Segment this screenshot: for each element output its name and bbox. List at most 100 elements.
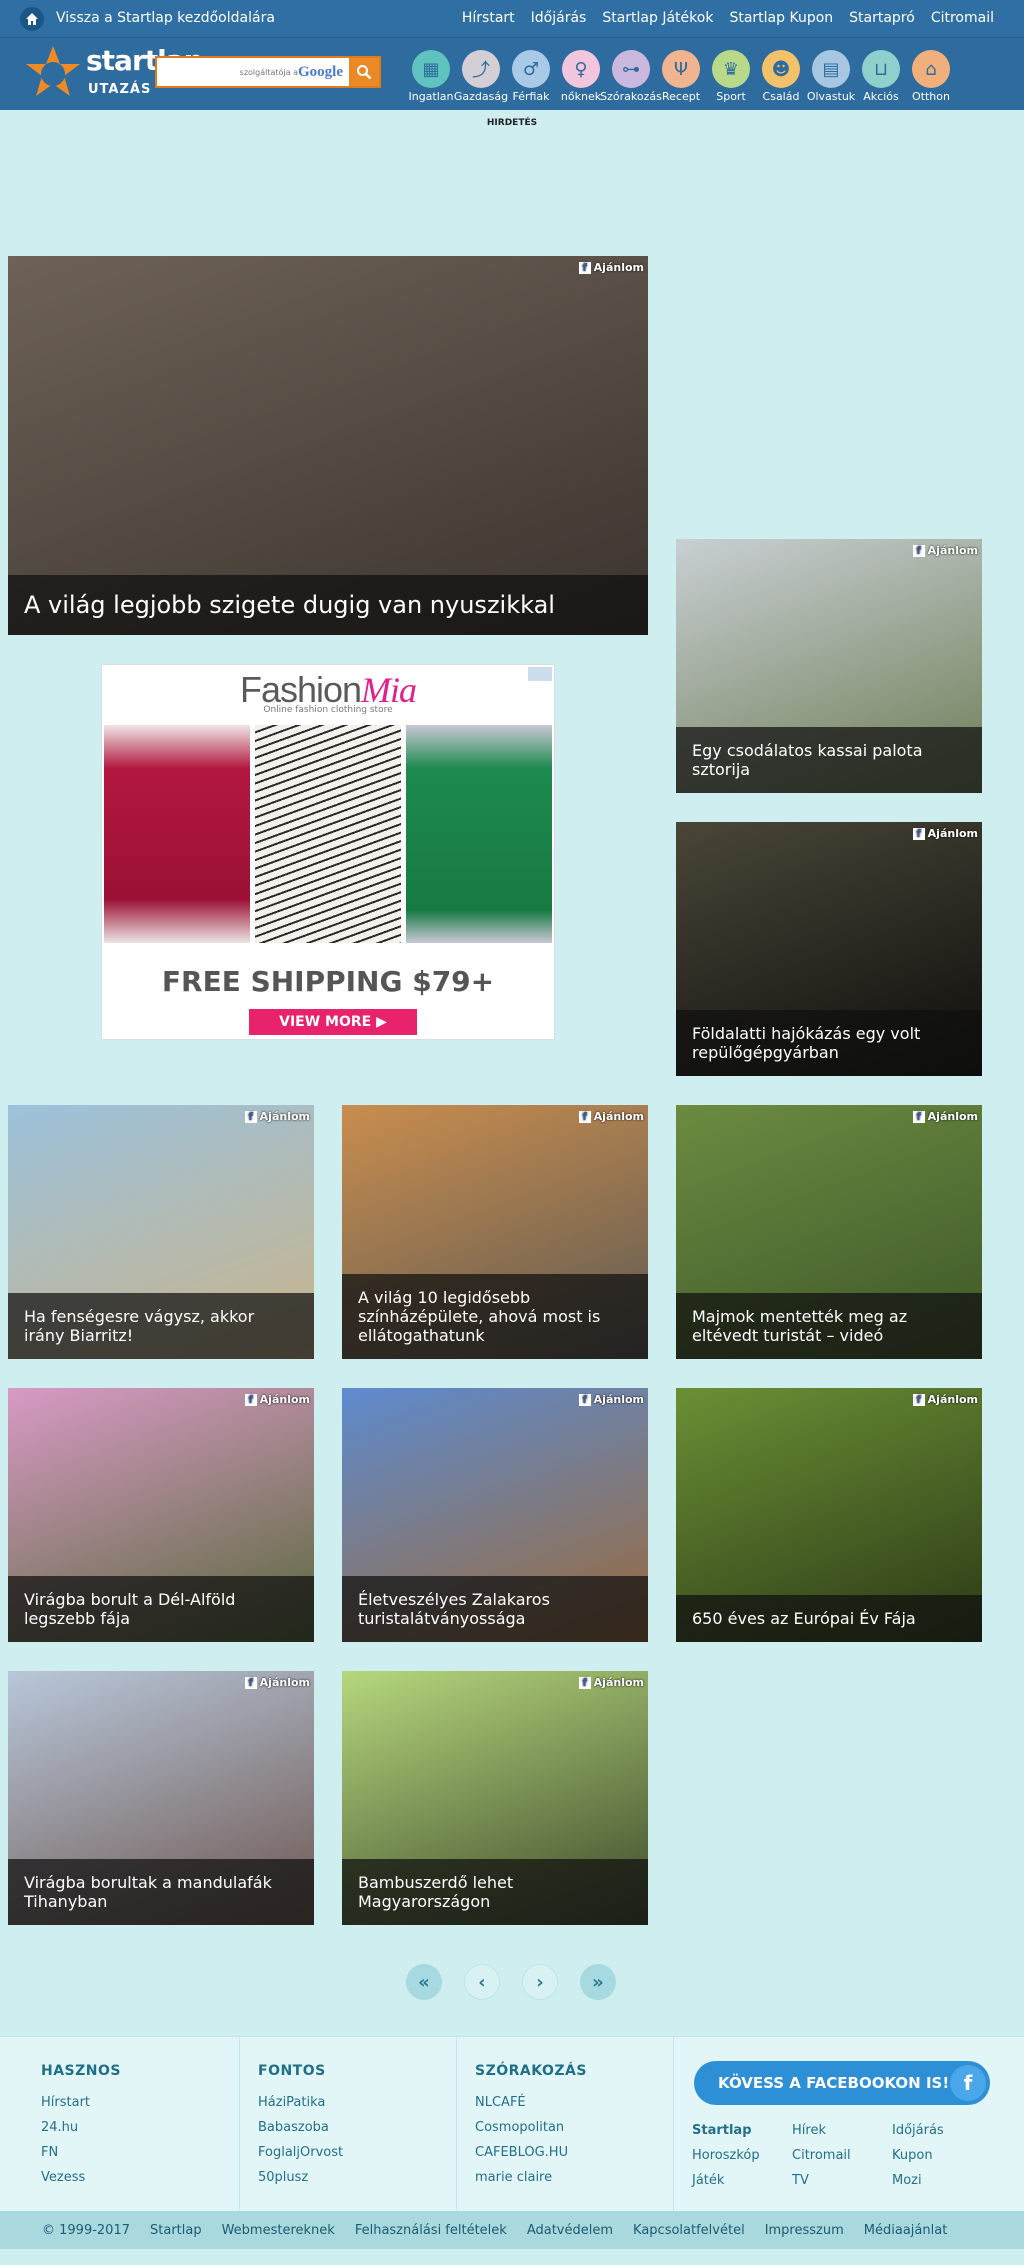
article-card[interactable]: f Ajánlom Majmok mentették meg az eltéved… <box>676 1105 982 1359</box>
category-akcios[interactable]: ⊔ Akciós <box>856 50 906 103</box>
like-label: Ajánlom <box>927 827 978 840</box>
footer-link[interactable]: marie claire <box>475 2170 587 2195</box>
article-card[interactable]: f Ajánlom Földalatti hajókázás egy volt r… <box>676 822 982 1076</box>
bottom-link[interactable]: Startlap <box>150 2223 202 2238</box>
footer-link[interactable]: FN <box>41 2145 121 2170</box>
footer-link[interactable]: Hírstart <box>41 2095 121 2120</box>
facebook-follow-button[interactable]: KÖVESS A FACEBOOKON IS! f <box>694 2061 990 2105</box>
category-olvastuk[interactable]: ▤ Olvastuk <box>806 50 856 103</box>
article-card[interactable]: f Ajánlom A világ 10 legidősebb színházép… <box>342 1105 648 1359</box>
like-button[interactable]: f Ajánlom <box>912 827 978 840</box>
footer-link[interactable]: Horoszkóp <box>692 2148 792 2166</box>
facebook-icon: f <box>912 827 925 840</box>
category-noknek[interactable]: ♀ nőknek <box>556 50 606 103</box>
last-page-button[interactable]: » <box>580 1964 616 2000</box>
toplink-kupon[interactable]: Startlap Kupon <box>729 10 833 26</box>
footer-col-szorakozas: SZÓRAKOZÁS NLCAFÉ Cosmopolitan CAFEBLOG.… <box>475 2063 587 2195</box>
toplink-startapro[interactable]: Startapró <box>849 10 915 26</box>
prev-page-button[interactable]: ‹ <box>464 1964 500 2000</box>
footer-link[interactable]: Játék <box>692 2173 792 2191</box>
category-nav: ▦ Ingatlan ⤴ Gazdaság ♂ Férfiak ♀ nőknek ⊶ Sz… <box>406 50 956 103</box>
article-title: Bambuszerdő lehet Magyarországon <box>342 1859 648 1925</box>
category-recept[interactable]: Ψ Recept <box>656 50 706 103</box>
next-page-button[interactable]: › <box>522 1964 558 2000</box>
view-more-button[interactable]: VIEW MORE ▶ <box>249 1009 417 1035</box>
like-button[interactable]: f Ajánlom <box>578 1676 644 1689</box>
newspaper-icon: ▤ <box>812 50 850 88</box>
footer-link[interactable]: Cosmopolitan <box>475 2120 587 2145</box>
category-szorakozas[interactable]: ⊶ Szórakozás <box>600 50 662 103</box>
toplink-idojaras[interactable]: Időjárás <box>531 10 587 26</box>
category-label: Család <box>762 90 800 103</box>
category-otthon[interactable]: ⌂ Otthon <box>906 50 956 103</box>
like-button[interactable]: f Ajánlom <box>578 1393 644 1406</box>
like-button[interactable]: f Ajánlom <box>912 1393 978 1406</box>
first-page-button[interactable]: « <box>406 1964 442 2000</box>
footer-link[interactable]: Hírek <box>792 2123 892 2141</box>
toplink-citromail[interactable]: Citromail <box>931 10 994 26</box>
article-title: Virágba borult a Dél-Alföld legszebb fáj… <box>8 1576 314 1642</box>
category-ferfiak[interactable]: ♂ Férfiak <box>506 50 556 103</box>
footer-link[interactable]: FoglaljOrvost <box>258 2145 343 2170</box>
article-card[interactable]: f Ajánlom 650 éves az Európai Év Fája <box>676 1388 982 1642</box>
article-card[interactable]: f Ajánlom Virágba borult a Dél-Alföld leg… <box>8 1388 314 1642</box>
toplink-jatekok[interactable]: Startlap Játékok <box>602 10 713 26</box>
article-card[interactable]: f Ajánlom Egy csodálatos kassai palota sz… <box>676 539 982 793</box>
facebook-icon: f <box>244 1676 257 1689</box>
chart-icon: ⤴ <box>462 50 500 88</box>
article-card[interactable]: f Ajánlom Bambuszerdő lehet Magyarországo… <box>342 1671 648 1925</box>
building-icon: ▦ <box>412 50 450 88</box>
bottom-link[interactable]: Médiaajánlat <box>864 2223 948 2238</box>
category-ingatlan[interactable]: ▦ Ingatlan <box>406 50 456 103</box>
footer-link[interactable]: 24.hu <box>41 2120 121 2145</box>
footer-link[interactable]: Időjárás <box>892 2123 992 2141</box>
category-sport[interactable]: ♛ Sport <box>706 50 756 103</box>
fashion-ad-banner[interactable]: FashionMia Online fashion clothing store… <box>101 664 555 1040</box>
startlap-logo[interactable]: startlap UTAZÁS <box>22 44 204 106</box>
category-csalad[interactable]: ☻ Család <box>756 50 806 103</box>
footer-link[interactable]: Vezess <box>41 2170 121 2195</box>
like-button[interactable]: f Ajánlom <box>912 544 978 557</box>
trophy-icon: ♛ <box>712 50 750 88</box>
bottom-link[interactable]: Webmestereknek <box>222 2223 335 2238</box>
toplink-hirstart[interactable]: Hírstart <box>462 10 515 26</box>
article-card[interactable]: f Ajánlom A világ legjobb szigete dugig v… <box>8 256 648 635</box>
search-button[interactable] <box>349 58 379 86</box>
category-label: Recept <box>661 90 701 103</box>
bottom-link[interactable]: Kapcsolatfelvétel <box>633 2223 745 2238</box>
footer-link[interactable]: HáziPatika <box>258 2095 343 2120</box>
facebook-icon: f <box>912 1110 925 1123</box>
footer-link[interactable]: Startlap <box>692 2123 792 2141</box>
home-icon[interactable] <box>20 7 44 31</box>
category-label: Férfiak <box>512 90 550 103</box>
bottom-link[interactable]: Adatvédelem <box>527 2223 613 2238</box>
footer-link[interactable]: Kupon <box>892 2148 992 2166</box>
like-button[interactable]: f Ajánlom <box>244 1393 310 1406</box>
pagination: « ‹ › » <box>406 1964 616 2000</box>
top-links: Hírstart Időjárás Startlap Játékok Start… <box>462 10 994 26</box>
like-button[interactable]: f Ajánlom <box>578 261 644 274</box>
facebook-icon: f <box>244 1393 257 1406</box>
back-to-home-link[interactable]: Vissza a Startlap kezdőoldalára <box>56 10 275 26</box>
bottom-link[interactable]: Felhasználási feltételek <box>355 2223 507 2238</box>
gamepad-icon: ⊶ <box>612 50 650 88</box>
like-button[interactable]: f Ajánlom <box>578 1110 644 1123</box>
bottom-link[interactable]: Impresszum <box>765 2223 844 2238</box>
like-button[interactable]: f Ajánlom <box>244 1110 310 1123</box>
home-furniture-icon: ⌂ <box>912 50 950 88</box>
footer-link[interactable]: Mozi <box>892 2173 992 2191</box>
like-button[interactable]: f Ajánlom <box>244 1676 310 1689</box>
footer-link[interactable]: CAFEBLOG.HU <box>475 2145 587 2170</box>
footer-col-title: SZÓRAKOZÁS <box>475 2063 587 2079</box>
footer-link[interactable]: 50plusz <box>258 2170 343 2195</box>
footer-link[interactable]: TV <box>792 2173 892 2191</box>
search-input[interactable] <box>157 58 298 86</box>
article-card[interactable]: f Ajánlom Ha fenségesre vágysz, akkor irá… <box>8 1105 314 1359</box>
footer-link[interactable]: Babaszoba <box>258 2120 343 2145</box>
like-button[interactable]: f Ajánlom <box>912 1110 978 1123</box>
footer-link[interactable]: Citromail <box>792 2148 892 2166</box>
category-gazdasag[interactable]: ⤴ Gazdaság <box>454 50 508 103</box>
article-card[interactable]: f Ajánlom Életveszélyes Zalakaros turista… <box>342 1388 648 1642</box>
footer-link[interactable]: NLCAFÉ <box>475 2095 587 2120</box>
article-card[interactable]: f Ajánlom Virágba borultak a mandulafák T… <box>8 1671 314 1925</box>
